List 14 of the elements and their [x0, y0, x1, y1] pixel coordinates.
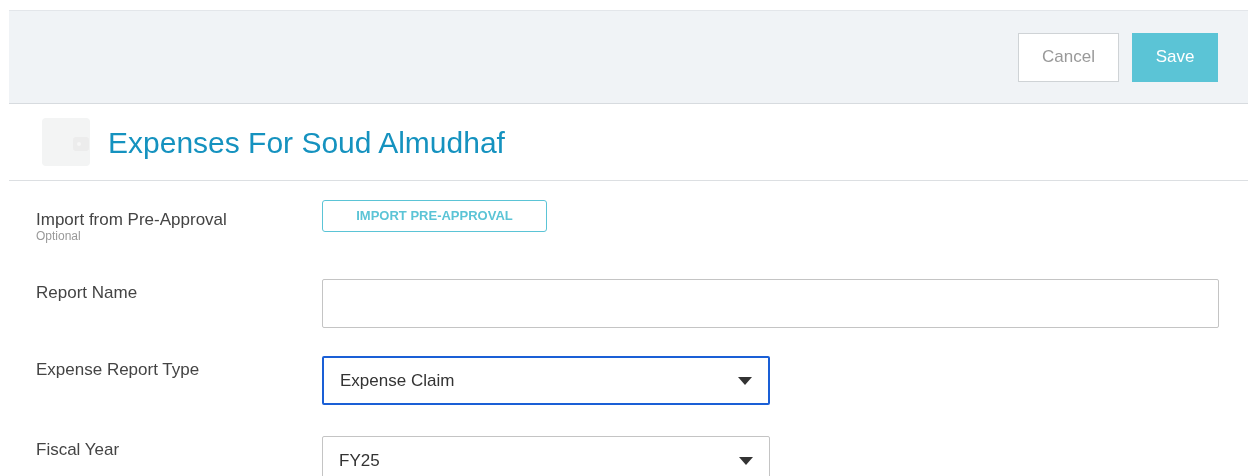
field-label: Expense Report Type	[36, 359, 201, 381]
dropdown-field[interactable]: Expense Claim	[322, 356, 770, 406]
save-button[interactable]: Save	[1132, 32, 1218, 82]
cancel-button[interactable]: Cancel	[1018, 32, 1119, 82]
field-label: Fiscal Year	[36, 439, 121, 461]
field-label: Import from Pre-Approval	[36, 209, 228, 231]
page-title: Expenses For Soud Almudhaf	[108, 124, 505, 161]
import-button[interactable]: IMPORT PRE-APPROVAL	[322, 200, 547, 233]
dropdown-field[interactable]: FY25	[322, 436, 770, 476]
optional-hint: Optional	[36, 230, 82, 243]
caret-icon	[738, 376, 752, 385]
caret-icon	[739, 456, 753, 465]
field-label: Report Name	[36, 282, 139, 304]
text-field[interactable]	[322, 279, 1219, 329]
